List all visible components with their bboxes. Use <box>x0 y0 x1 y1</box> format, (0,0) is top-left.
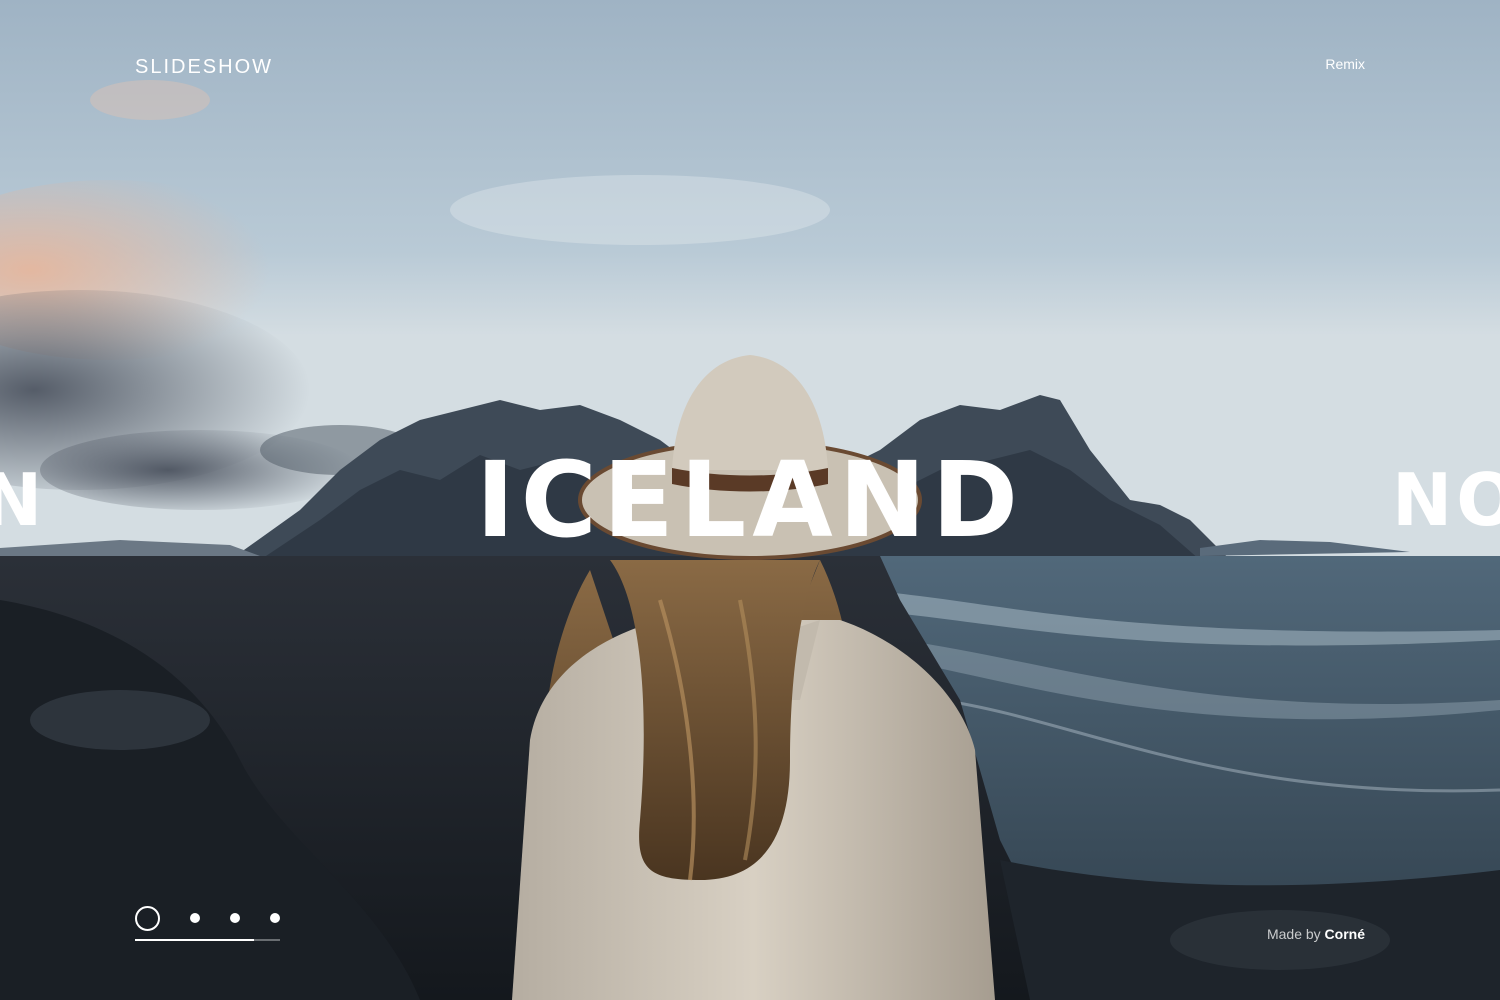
brand-logo[interactable]: SLIDESHOW <box>135 56 273 79</box>
next-slide-title[interactable]: NO <box>1392 458 1500 542</box>
slide-progress-fill <box>135 939 254 941</box>
slideshow-stage: N ICELAND NO SLIDESHOW Remix Made by Cor… <box>0 0 1500 1000</box>
pager-dot-indicator <box>190 913 200 923</box>
slide-title: ICELAND <box>475 439 1025 561</box>
credit-author-link[interactable]: Corné <box>1325 926 1365 942</box>
pager-dot-3[interactable] <box>223 906 247 930</box>
slide-progress-track <box>135 939 280 941</box>
credit-prefix: Made by <box>1266 926 1321 942</box>
slide-pager <box>135 903 280 943</box>
pager-dot-indicator <box>270 913 280 923</box>
pager-dot-4[interactable] <box>263 906 287 930</box>
remix-link[interactable]: Remix <box>1325 56 1365 72</box>
pager-dot-indicator <box>230 913 240 923</box>
pager-dot-1[interactable] <box>135 906 160 931</box>
credit: Made by Corné <box>1267 926 1365 942</box>
pager-dot-indicator <box>135 906 160 931</box>
pager-dot-2[interactable] <box>183 906 207 930</box>
